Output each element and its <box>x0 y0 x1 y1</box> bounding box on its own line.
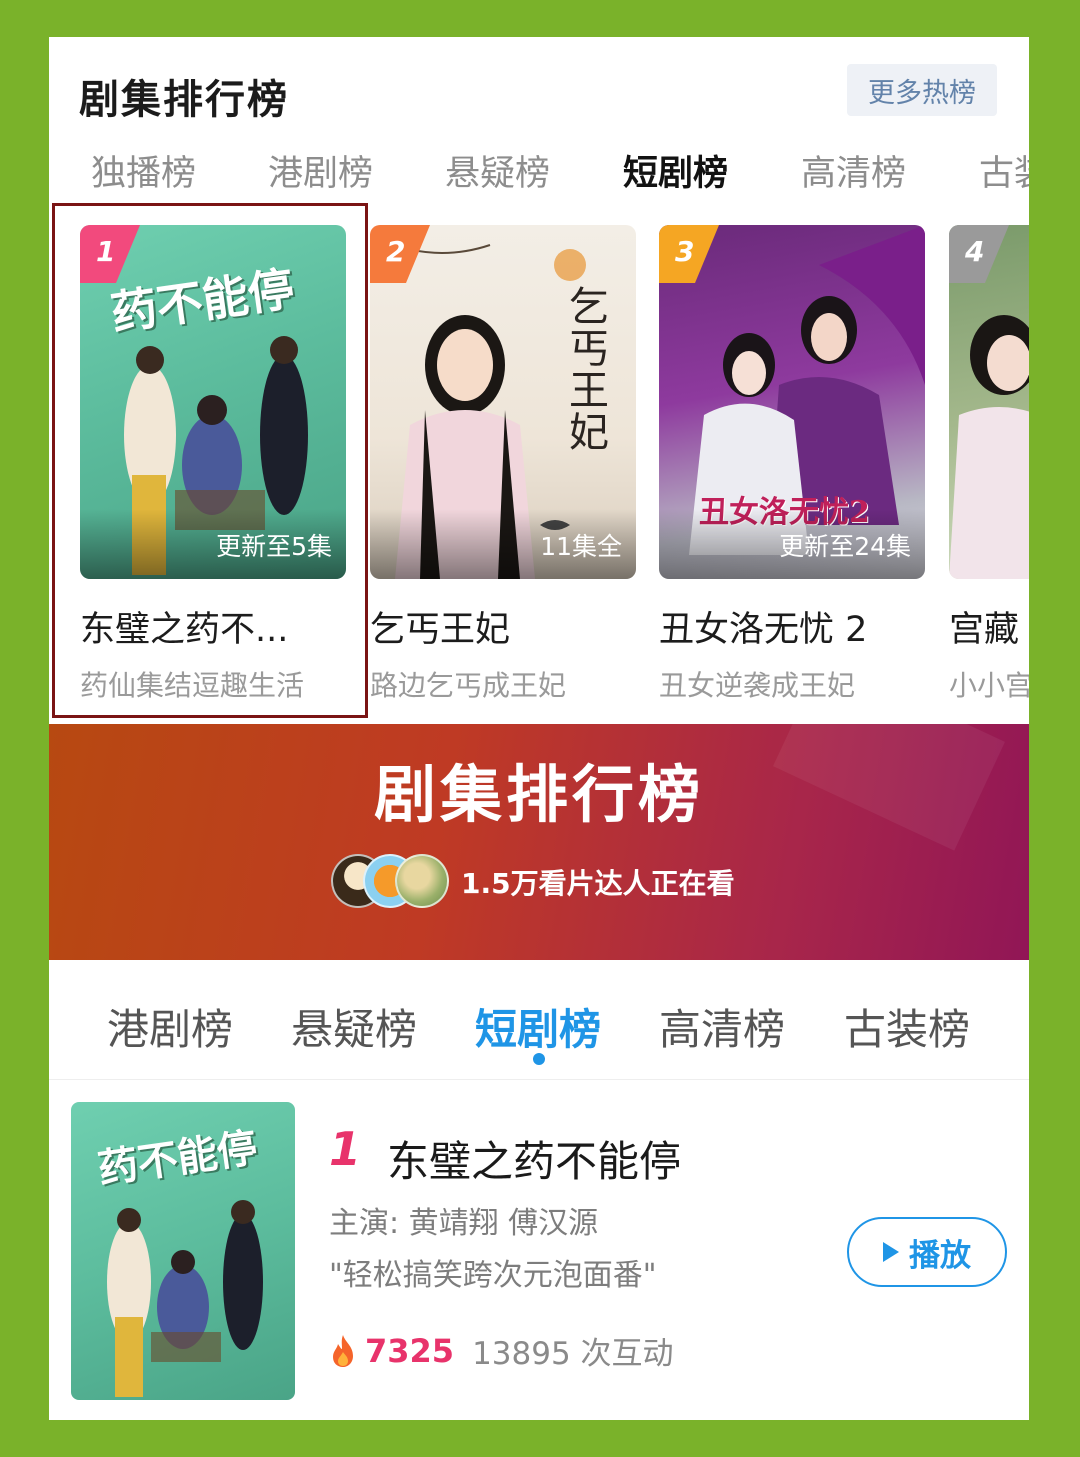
ranking-card[interactable]: 4 宫藏 小小宫 <box>949 225 1029 704</box>
episode-status: 更新至24集 <box>779 532 911 561</box>
cast-text: 主演: 黄靖翔 傅汉源 <box>329 1206 599 1241</box>
tab-suspense[interactable]: 悬疑榜 <box>445 145 550 196</box>
card-description: 小小宫 <box>949 669 1029 702</box>
heat-score: 7325 <box>365 1331 455 1370</box>
highlight-frame <box>52 203 368 718</box>
rank-number: 1 <box>329 1122 362 1176</box>
tab-hk-drama[interactable]: 港剧榜 <box>107 996 233 1057</box>
tab-suspense[interactable]: 悬疑榜 <box>291 996 417 1057</box>
avatar <box>395 854 449 908</box>
ranking-card[interactable]: 乞丐王妃 2 11集全 乞丐王妃 路边乞丐成王妃 <box>370 225 636 704</box>
tagline-text: "轻松搞笑跨次元泡面番" <box>329 1258 657 1293</box>
app-screen: 剧集排行榜 更多热榜 独播榜 港剧榜 悬疑榜 短剧榜 高清榜 古装榜 <box>49 37 1029 1420</box>
ranking-list-item[interactable]: 药不能停 1 东璧之药不能停 主演: 黄靖翔 傅汉源 "轻松搞笑跨次元泡面番" … <box>49 1080 1029 1420</box>
play-button[interactable]: 播放 <box>847 1217 1007 1287</box>
play-icon <box>883 1242 899 1262</box>
play-label: 播放 <box>909 1237 971 1274</box>
poster-text: 乞丐王妃 <box>562 285 608 453</box>
tab-costume[interactable]: 古装榜 <box>844 996 970 1057</box>
tab-hk-drama[interactable]: 港剧榜 <box>268 145 373 196</box>
tab-hd[interactable]: 高清榜 <box>659 996 785 1057</box>
card-title[interactable]: 宫藏 <box>949 601 1029 652</box>
poster-image[interactable]: 4 <box>949 225 1029 579</box>
tab-short-drama[interactable]: 短剧榜 <box>623 145 728 196</box>
viewers-count-text: 1.5万看片达人正在看 <box>461 867 735 900</box>
ranking-banner: 剧集排行榜 1.5万看片达人正在看 <box>49 724 1029 960</box>
module-title: 剧集排行榜 <box>79 77 289 123</box>
card-title[interactable]: 丑女洛无忧 2 <box>659 601 925 652</box>
poster-image[interactable]: 乞丐王妃 2 11集全 <box>370 225 636 579</box>
card-description: 丑女逆袭成王妃 <box>659 669 856 702</box>
card-title[interactable]: 乞丐王妃 <box>370 601 636 652</box>
more-hot-lists-button[interactable]: 更多热榜 <box>847 64 997 116</box>
tab-costume[interactable]: 古装榜 <box>979 145 1029 196</box>
interaction-count: 13895 次互动 <box>472 1336 674 1372</box>
viewer-avatars <box>331 854 449 910</box>
ranking-card[interactable]: 丑女洛无忧2 3 更新至24集 丑女洛无忧 2 丑女逆袭成王妃 <box>659 225 925 704</box>
stats-row: 7325 13895 次互动 <box>329 1328 674 1373</box>
active-tab-indicator <box>533 1053 545 1065</box>
viewers-indicator: 1.5万看片达人正在看 <box>331 854 735 910</box>
fire-icon <box>333 1334 353 1367</box>
card-description: 路边乞丐成王妃 <box>370 669 567 702</box>
tab-exclusive[interactable]: 独播榜 <box>91 145 196 196</box>
episode-status: 11集全 <box>540 532 622 561</box>
top-tab-bar: 独播榜 港剧榜 悬疑榜 短剧榜 高清榜 古装榜 <box>49 145 1029 205</box>
show-title[interactable]: 东璧之药不能停 <box>387 1128 681 1189</box>
detail-poster-image[interactable]: 药不能停 <box>71 1102 295 1400</box>
tab-hd[interactable]: 高清榜 <box>801 145 906 196</box>
tab-short-drama[interactable]: 短剧榜 <box>475 996 601 1057</box>
poster-image[interactable]: 丑女洛无忧2 3 更新至24集 <box>659 225 925 579</box>
rank-tab-bar: 港剧榜 悬疑榜 短剧榜 高清榜 古装榜 <box>49 960 1029 1080</box>
banner-title: 剧集排行榜 <box>373 758 704 831</box>
